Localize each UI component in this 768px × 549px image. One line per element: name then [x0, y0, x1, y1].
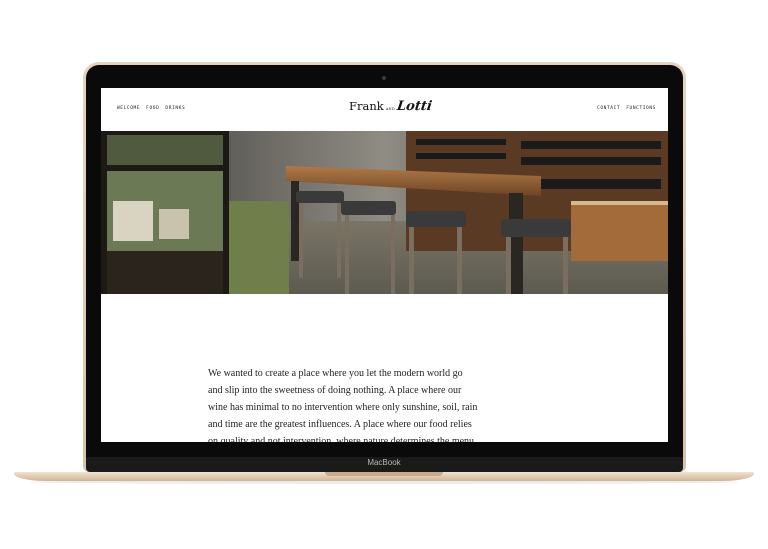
logo-lotti: Lotti	[395, 99, 433, 114]
restaurant-interior-photo	[101, 131, 668, 294]
camera-icon	[382, 76, 386, 80]
device-brand-label: MacBook	[367, 458, 401, 467]
hero-image	[101, 131, 668, 294]
nav-right: CONTACT FUNCTIONS	[597, 106, 656, 111]
logo-frank: Frank	[349, 99, 384, 113]
nav-functions[interactable]: FUNCTIONS	[626, 106, 656, 111]
nav-welcome[interactable]: WELCOME	[117, 106, 140, 111]
nav-contact[interactable]: CONTACT	[597, 106, 620, 111]
nav-drinks[interactable]: DRINKS	[165, 106, 185, 111]
nav-food[interactable]: FOOD	[146, 106, 159, 111]
browser-screen: WELCOME FOOD DRINKS Frank AND Lotti CONT…	[101, 88, 668, 442]
intro-paragraph: We wanted to create a place where you le…	[208, 368, 478, 442]
site-logo[interactable]: Frank AND Lotti	[349, 99, 433, 121]
logo-and: AND	[385, 107, 396, 111]
site-header: WELCOME FOOD DRINKS Frank AND Lotti CONT…	[101, 88, 668, 130]
nav-left: WELCOME FOOD DRINKS	[117, 106, 185, 111]
laptop-notch	[325, 472, 443, 476]
